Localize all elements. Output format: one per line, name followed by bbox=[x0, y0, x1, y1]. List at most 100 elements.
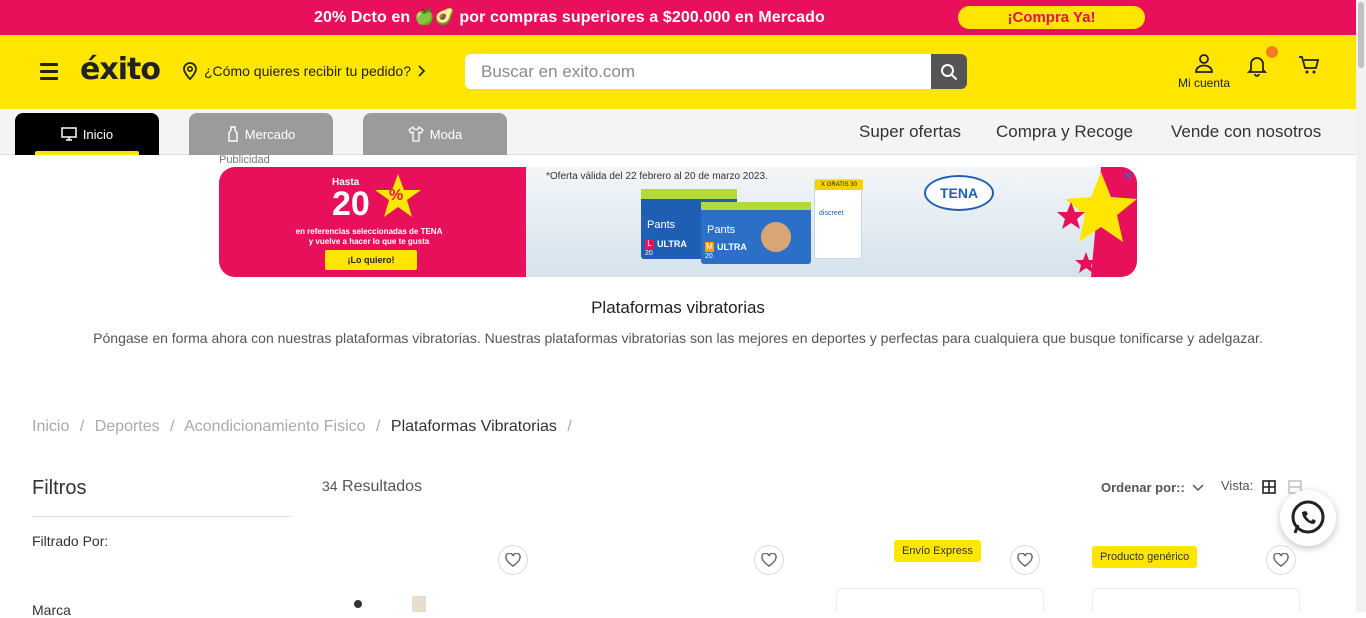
account-label: Mi cuenta bbox=[1177, 76, 1231, 90]
cart-button[interactable] bbox=[1298, 55, 1320, 80]
nav-link-vende[interactable]: Vende con nosotros bbox=[1171, 122, 1321, 142]
user-icon bbox=[1195, 54, 1213, 73]
ad-pack-medium: Pants M ULTRA 20 bbox=[701, 202, 811, 264]
favorite-button[interactable] bbox=[754, 545, 784, 575]
ad-pack2-name: Pants bbox=[707, 224, 736, 236]
whatsapp-icon bbox=[1291, 500, 1325, 534]
hamburger-menu-icon[interactable] bbox=[40, 63, 58, 80]
search-bar bbox=[465, 54, 967, 89]
ad-pack-stripe bbox=[641, 189, 737, 199]
promo-text: 20% Dcto en 🍏🥑 por compras superiores a … bbox=[314, 9, 825, 26]
ad-pack3-tag: X GRATIS 30 bbox=[815, 180, 863, 190]
ad-pack-image bbox=[761, 222, 791, 252]
ad-pack-small: X GRATIS 30 discreet bbox=[814, 179, 863, 259]
page-scrollbar[interactable] bbox=[1356, 0, 1366, 612]
favorite-button[interactable] bbox=[1266, 545, 1296, 575]
tab-moda[interactable]: Moda bbox=[363, 113, 507, 155]
nav-link-super-ofertas[interactable]: Super ofertas bbox=[859, 122, 961, 142]
product-image[interactable] bbox=[350, 590, 440, 617]
ad-product-panel: *Oferta válida del 22 febrero al 20 de m… bbox=[526, 167, 1137, 277]
search-button[interactable] bbox=[931, 54, 967, 89]
tab-label: Moda bbox=[429, 126, 463, 142]
breadcrumb-current: Plataformas Vibratorias bbox=[390, 418, 557, 435]
heart-icon bbox=[1017, 553, 1033, 567]
main-nav: Inicio Mercado Moda Super ofertas Compra… bbox=[0, 109, 1356, 155]
category-title: Plataformas vibratorias bbox=[591, 298, 765, 317]
tab-mercado[interactable]: Mercado bbox=[189, 113, 333, 155]
filters-title: Filtros bbox=[32, 477, 87, 499]
product-card-frame bbox=[1092, 588, 1300, 612]
search-input[interactable] bbox=[465, 54, 931, 89]
scrollbar-thumb[interactable] bbox=[1358, 2, 1364, 68]
breadcrumb-separator: / bbox=[375, 418, 381, 435]
ad-banner[interactable]: Hasta 20 % en referencias seleccionadas … bbox=[219, 167, 1137, 277]
delivery-prompt: ¿Cómo quieres recibir tu pedido? bbox=[204, 63, 411, 79]
tab-label: Inicio bbox=[82, 126, 114, 142]
envio-express-badge: Envío Express bbox=[894, 540, 981, 562]
breadcrumb: Inicio / Deportes / Acondicionamiento Fi… bbox=[32, 418, 578, 436]
ad-pack1-line: ULTRA bbox=[657, 239, 687, 249]
category-description: Póngase en forma ahora con nuestras plat… bbox=[93, 330, 1263, 346]
heart-icon bbox=[761, 553, 777, 567]
view-label: Vista: bbox=[1221, 478, 1254, 493]
ad-pack2-size: M bbox=[705, 242, 714, 252]
notification-dot bbox=[1266, 46, 1278, 58]
active-tab-indicator bbox=[35, 151, 139, 155]
results-number: 34 bbox=[322, 478, 338, 494]
chevron-down-icon bbox=[1192, 484, 1204, 492]
ad-discount: 20 bbox=[332, 185, 370, 223]
cart-icon bbox=[1299, 56, 1320, 74]
exito-logo[interactable]: éxito bbox=[80, 52, 161, 87]
account-button[interactable]: Mi cuenta bbox=[1172, 53, 1236, 90]
breadcrumb-item[interactable]: Acondicionamiento Fisico bbox=[184, 418, 365, 435]
shirt-icon bbox=[407, 126, 424, 142]
location-pin-icon bbox=[183, 62, 197, 80]
promo-cta-button[interactable]: ¡Compra Ya! bbox=[958, 6, 1145, 29]
breadcrumb-item[interactable]: Deportes bbox=[95, 418, 160, 435]
generic-product-badge: Producto genérico bbox=[1092, 546, 1198, 568]
monitor-icon bbox=[61, 127, 77, 141]
search-icon bbox=[941, 63, 958, 80]
bell-icon bbox=[1246, 57, 1268, 77]
breadcrumb-separator: / bbox=[170, 418, 175, 435]
ad-line1: en referencias seleccionadas de TENA bbox=[295, 227, 443, 236]
ad-promo-panel: Hasta 20 % en referencias seleccionadas … bbox=[219, 167, 526, 277]
ad-pack3-brand: discreet bbox=[819, 210, 844, 217]
nav-link-compra-recoge[interactable]: Compra y Recoge bbox=[996, 122, 1133, 142]
notifications-button[interactable] bbox=[1245, 53, 1269, 82]
ad-line2: y vuelve a hacer lo que te gusta bbox=[308, 237, 430, 246]
ad-pack1-size: L bbox=[645, 239, 654, 249]
product-card-frame bbox=[836, 588, 1044, 612]
favorite-button[interactable] bbox=[1010, 545, 1040, 575]
favorite-button[interactable] bbox=[498, 545, 528, 575]
breadcrumb-item[interactable]: Inicio bbox=[32, 418, 69, 435]
breadcrumb-separator: / bbox=[79, 418, 85, 435]
ad-pack2-line: ULTRA bbox=[717, 242, 747, 252]
ad-percent: % bbox=[389, 187, 404, 204]
sort-dropdown[interactable]: Ordenar por:: bbox=[1101, 480, 1204, 495]
ad-pack1-count: 20 bbox=[645, 250, 653, 257]
filter-marca[interactable]: Marca bbox=[32, 602, 71, 618]
results-count: 34 Resultados bbox=[322, 478, 422, 496]
sort-label: Ordenar por:: bbox=[1101, 480, 1185, 495]
tab-label: Mercado bbox=[244, 126, 296, 142]
decorative-stars-icon bbox=[1057, 167, 1137, 277]
delivery-selector[interactable]: ¿Cómo quieres recibir tu pedido? bbox=[182, 62, 425, 80]
breadcrumb-separator: / bbox=[567, 418, 572, 435]
ad-label: Publicidad bbox=[219, 154, 270, 166]
heart-icon bbox=[1273, 553, 1289, 567]
ad-cta-button[interactable]: ¡Lo quiero! bbox=[325, 250, 417, 270]
filtered-by-label: Filtrado Por: bbox=[32, 533, 109, 549]
whatsapp-button[interactable] bbox=[1280, 490, 1336, 546]
ad-info-close-icon[interactable]: ✕ bbox=[1123, 169, 1133, 183]
bottle-icon bbox=[228, 126, 238, 142]
chevron-right-icon bbox=[418, 65, 425, 77]
ad-pack1-name: Pants bbox=[647, 219, 676, 231]
results-label: Resultados bbox=[342, 478, 423, 495]
header: éxito ¿Cómo quieres recibir tu pedido? M… bbox=[0, 35, 1356, 109]
logo-text: éxito bbox=[80, 52, 161, 87]
ad-brand-logo: TENA bbox=[924, 175, 994, 211]
grid-view-icon[interactable] bbox=[1262, 480, 1276, 499]
filters-divider bbox=[32, 516, 291, 517]
tab-inicio[interactable]: Inicio bbox=[15, 113, 159, 155]
